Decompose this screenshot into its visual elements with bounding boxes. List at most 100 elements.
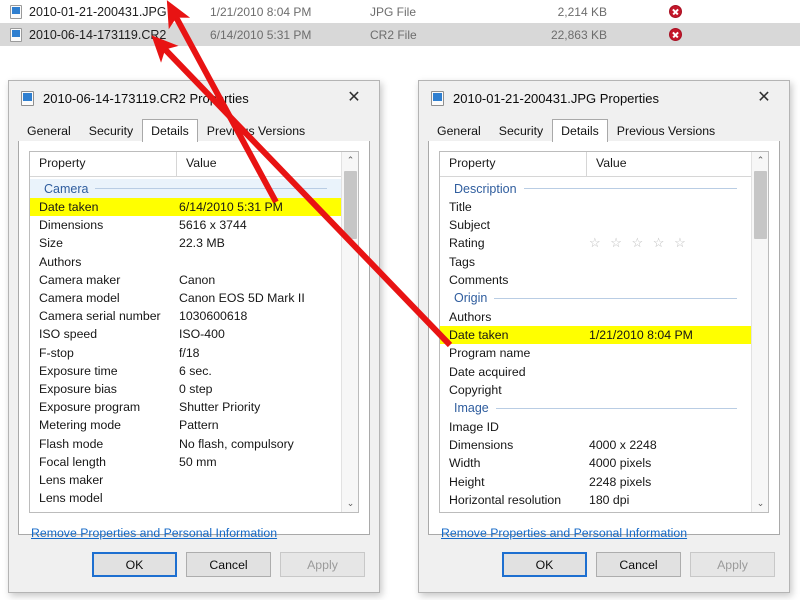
property-row[interactable]: Focal length 50 mm — [30, 453, 341, 471]
property-grid[interactable]: Property Value Description Title Subject Ra… — [439, 151, 769, 513]
property-name: Authors — [39, 254, 82, 269]
property-value: f/18 — [179, 345, 200, 360]
property-name: Rating — [449, 236, 485, 251]
property-name: Authors — [449, 310, 492, 325]
cancel-button[interactable]: Cancel — [186, 552, 271, 577]
cancel-button[interactable]: Cancel — [596, 552, 681, 577]
close-icon[interactable]: ✕ — [333, 83, 375, 112]
property-row[interactable]: Subject — [440, 216, 751, 234]
property-row[interactable]: Exposure program Shutter Priority — [30, 398, 341, 416]
property-row[interactable]: Image ID — [440, 418, 751, 436]
scroll-down-icon[interactable]: ⌄ — [342, 495, 358, 512]
property-row[interactable]: Flash mode No flash, compulsory — [30, 434, 341, 452]
property-name: Exposure time — [39, 363, 118, 378]
error-x-badge-icon[interactable] — [668, 28, 682, 41]
property-row[interactable]: Title — [440, 198, 751, 216]
dialog-title: 2010-01-21-200431.JPG Properties — [453, 90, 659, 106]
property-row[interactable]: Lens model — [30, 489, 341, 507]
scroll-up-icon[interactable]: ⌃ — [342, 152, 358, 169]
property-row[interactable]: Dimensions 4000 x 2248 — [440, 436, 751, 454]
property-row[interactable]: Program name — [440, 344, 751, 362]
scrollbar-thumb[interactable] — [344, 171, 357, 239]
property-row[interactable]: Copyright — [440, 381, 751, 399]
details-tab-panel: Property Value Camera Date taken 6/14/2010… — [18, 141, 370, 540]
property-name: Exposure bias — [39, 381, 117, 396]
scroll-up-icon[interactable]: ⌃ — [752, 152, 768, 169]
property-value: 2248 pixels — [589, 474, 652, 489]
property-row[interactable]: ISO speed ISO-400 — [30, 325, 341, 343]
property-row[interactable]: Camera model Canon EOS 5D Mark II — [30, 289, 341, 307]
property-name: Comments — [449, 272, 509, 287]
tab-details[interactable]: Details — [142, 119, 198, 142]
property-row[interactable]: Size 22.3 MB — [30, 234, 341, 252]
file-name-cell[interactable]: 2010-01-21-200431.JPG — [0, 4, 210, 19]
close-icon[interactable]: ✕ — [743, 83, 785, 112]
property-rows: Camera Date taken 6/14/2010 5:31 PM Dimensi… — [30, 177, 341, 507]
file-date-cell: 6/14/2010 5:31 PM — [210, 27, 312, 42]
property-row[interactable]: Camera serial number 1030600618 — [30, 307, 341, 325]
file-name-cell[interactable]: 2010-06-14-173119.CR2 — [0, 27, 210, 42]
error-x-badge-icon[interactable] — [668, 5, 682, 18]
ok-button[interactable]: OK — [502, 552, 587, 577]
property-value: 1030600618 — [179, 309, 248, 324]
property-name: Date acquired — [449, 364, 526, 379]
file-document-icon — [10, 27, 22, 42]
property-group-label: Camera — [44, 181, 89, 196]
tab-general[interactable]: General — [428, 120, 490, 141]
property-value: ISO-400 — [179, 327, 225, 342]
tab-security[interactable]: Security — [80, 120, 142, 141]
tab-previous-versions[interactable]: Previous Versions — [608, 120, 724, 141]
property-row[interactable]: Authors — [440, 308, 751, 326]
dialog-titlebar[interactable]: 2010-01-21-200431.JPG Properties ✕ — [419, 81, 789, 115]
property-group-header: Origin — [440, 288, 751, 308]
property-name: Horizontal resolution — [449, 492, 562, 507]
property-row[interactable]: Tags — [440, 253, 751, 271]
property-row[interactable]: Date taken 6/14/2010 5:31 PM — [30, 198, 341, 217]
scrollbar-thumb[interactable] — [754, 171, 767, 239]
property-name: Metering mode — [39, 418, 122, 433]
property-name: Tags — [449, 254, 475, 269]
file-name-label: 2010-06-14-173119.CR2 — [29, 27, 167, 42]
dialog-title: 2010-06-14-173119.CR2 Properties — [43, 90, 249, 106]
property-row[interactable]: Horizontal resolution 180 dpi — [440, 491, 751, 509]
apply-button: Apply — [690, 552, 775, 577]
tab-security[interactable]: Security — [490, 120, 552, 141]
property-row[interactable]: Metering mode Pattern — [30, 416, 341, 434]
property-row[interactable]: Camera maker Canon — [30, 271, 341, 289]
property-row[interactable]: Date acquired — [440, 363, 751, 381]
property-row[interactable]: F-stop f/18 — [30, 344, 341, 362]
file-row[interactable]: 2010-01-21-200431.JPG 1/21/2010 8:04 PM JP… — [0, 0, 800, 23]
property-grid-viewport: Property Value Description Title Subject Ra… — [440, 152, 751, 512]
property-row[interactable]: Comments — [440, 271, 751, 289]
property-row[interactable]: Exposure bias 0 step — [30, 380, 341, 398]
property-value: 180 dpi — [589, 492, 630, 507]
tab-details[interactable]: Details — [552, 119, 608, 142]
rating-stars-icon[interactable]: ☆ ☆ ☆ ☆ ☆ — [587, 235, 751, 251]
property-value: 4000 x 2248 — [589, 438, 657, 453]
property-grid[interactable]: Property Value Camera Date taken 6/14/2010… — [29, 151, 359, 513]
file-type-cell: CR2 File — [370, 27, 417, 42]
property-value: Canon — [179, 272, 216, 287]
property-row[interactable]: Height 2248 pixels — [440, 472, 751, 490]
dialog-tabstrip: General Security Details Previous Versions — [18, 118, 370, 142]
scroll-down-icon[interactable]: ⌄ — [752, 495, 768, 512]
property-row[interactable]: Dimensions 5616 x 3744 — [30, 216, 341, 234]
property-name: Date taken — [39, 200, 99, 215]
tab-general[interactable]: General — [18, 120, 80, 141]
property-grid-scrollbar[interactable]: ⌃ ⌄ — [751, 152, 768, 512]
file-row[interactable]: 2010-06-14-173119.CR2 6/14/2010 5:31 PM CR… — [0, 23, 800, 46]
ok-button[interactable]: OK — [92, 552, 177, 577]
dialog-titlebar[interactable]: 2010-06-14-173119.CR2 Properties ✕ — [9, 81, 379, 115]
property-name: Camera model — [39, 291, 120, 306]
property-row[interactable]: Authors — [30, 253, 341, 271]
details-tab-panel: Property Value Description Title Subject Ra… — [428, 141, 780, 540]
property-row[interactable]: Date taken 1/21/2010 8:04 PM — [440, 326, 751, 345]
property-grid-scrollbar[interactable]: ⌃ ⌄ — [341, 152, 358, 512]
property-value: 4000 pixels — [589, 456, 652, 471]
property-row[interactable]: Lens maker — [30, 471, 341, 489]
property-value: Pattern — [179, 418, 219, 433]
property-row[interactable]: Exposure time 6 sec. — [30, 362, 341, 380]
tab-previous-versions[interactable]: Previous Versions — [198, 120, 314, 141]
property-row[interactable]: Width 4000 pixels — [440, 454, 751, 472]
property-row[interactable]: Rating ☆ ☆ ☆ ☆ ☆ — [440, 234, 751, 252]
